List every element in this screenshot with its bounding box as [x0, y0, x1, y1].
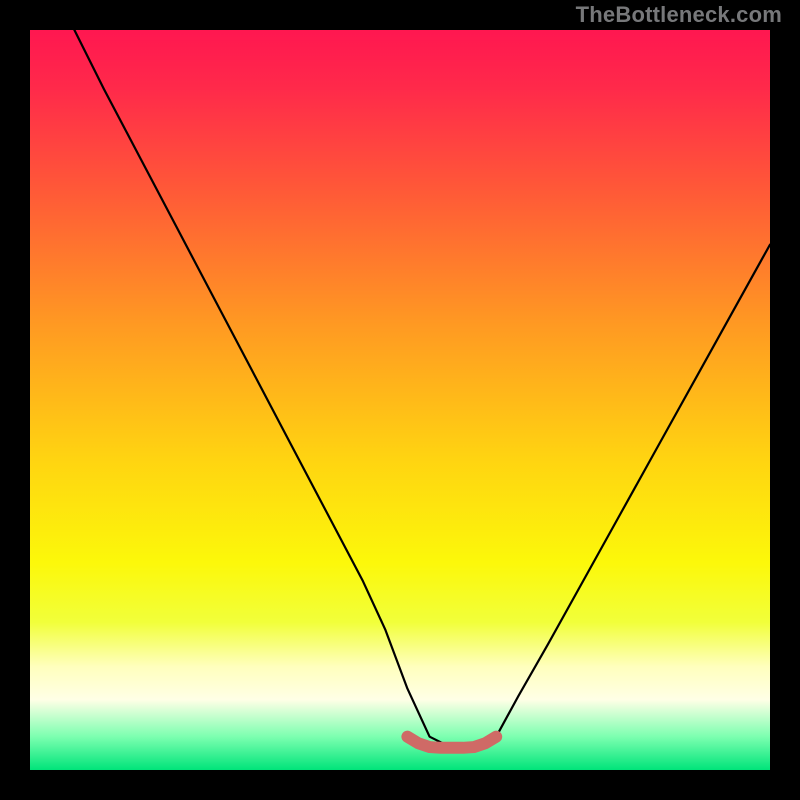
chart-svg — [30, 30, 770, 770]
chart-frame: TheBottleneck.com — [0, 0, 800, 800]
watermark-text: TheBottleneck.com — [576, 2, 782, 28]
plot-canvas — [30, 30, 770, 770]
gradient-background — [30, 30, 770, 770]
